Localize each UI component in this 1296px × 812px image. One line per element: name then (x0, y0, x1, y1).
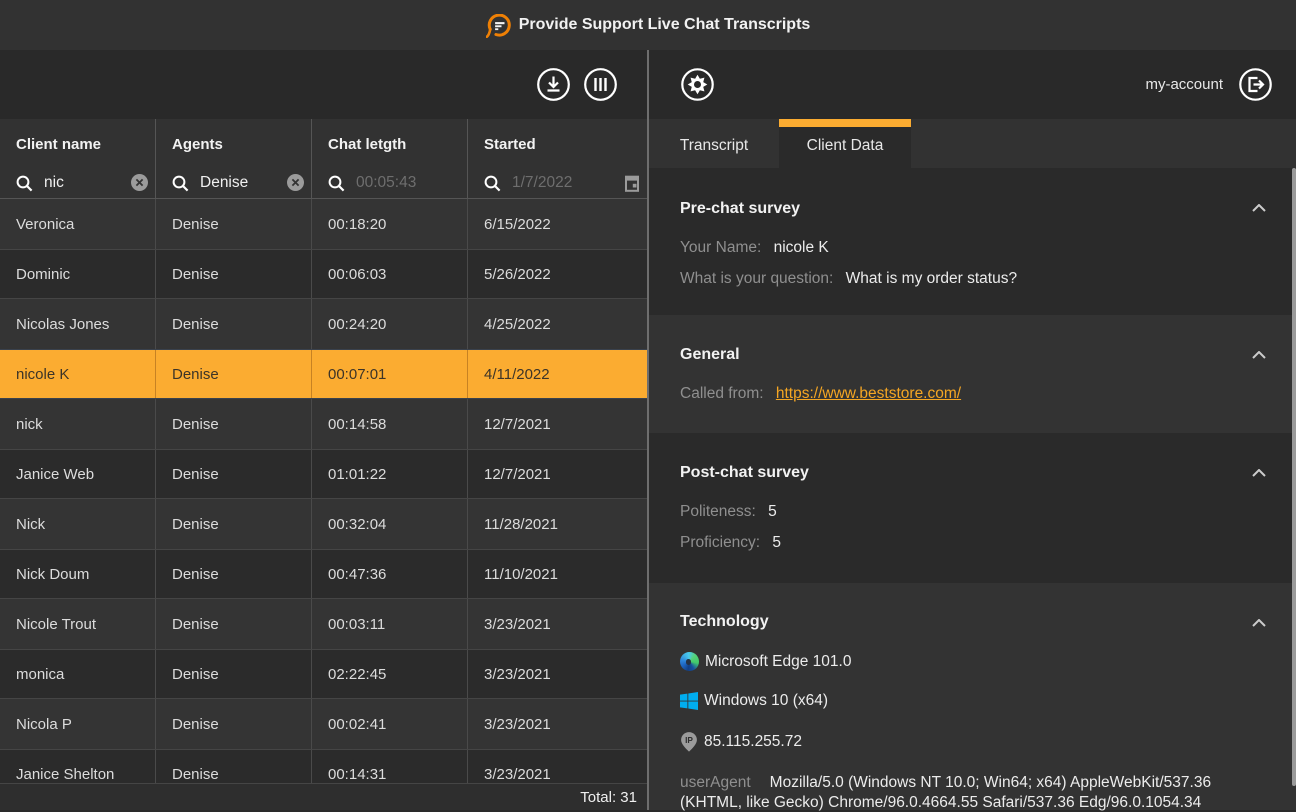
svg-text:IP: IP (685, 735, 693, 745)
